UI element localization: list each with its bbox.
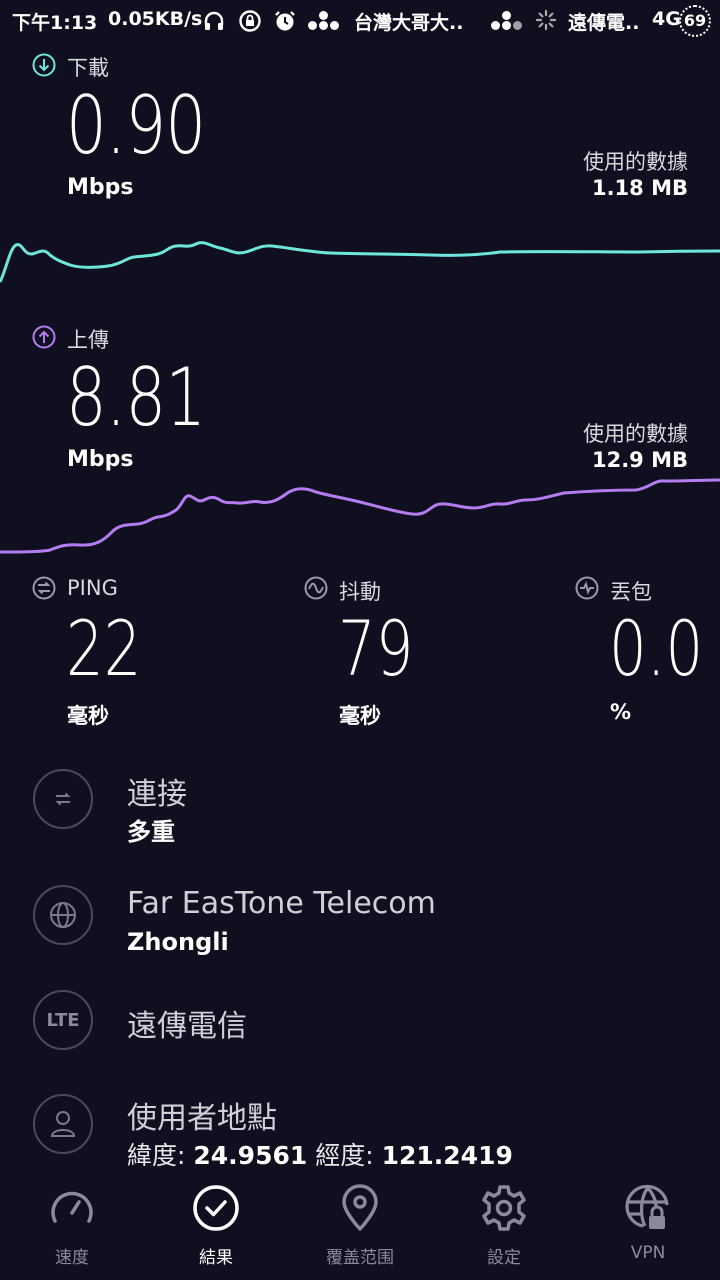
signal-dots-icon-2 — [490, 11, 524, 31]
nav-results[interactable]: 結果 — [144, 1180, 288, 1280]
nav-vpn-label: VPN — [630, 1243, 666, 1263]
ping-icon — [32, 576, 56, 600]
download-unit: Mbps — [67, 175, 134, 200]
loss-unit: % — [610, 700, 632, 724]
download-value: 0.90 — [66, 79, 206, 172]
status-network-type: 4G — [652, 8, 681, 30]
nav-vpn[interactable]: VPN — [576, 1180, 720, 1280]
headset-icon — [204, 11, 224, 30]
upload-label: 上傳 — [67, 328, 109, 352]
download-speed-graph — [0, 241, 720, 283]
status-carrier-2: 遠傳電.. — [568, 12, 640, 34]
globe-icon — [33, 885, 93, 945]
rotation-lock-icon — [239, 10, 261, 32]
download-arrow-icon — [32, 53, 56, 77]
upload-data-used-value: 12.9 MB — [591, 448, 688, 472]
location-coordinates: 緯度: 24.9561 經度: 121.2419 — [127, 1136, 513, 1172]
longitude-label: 經度: — [315, 1141, 374, 1170]
upload-value: 8.81 — [66, 351, 206, 444]
lte-badge: LTE — [46, 1010, 80, 1031]
ping-label: PING — [67, 576, 118, 600]
latitude-value: 24.9561 — [193, 1141, 308, 1170]
connection-icon — [33, 769, 93, 829]
gear-icon — [482, 1185, 526, 1231]
upload-unit: Mbps — [67, 447, 134, 472]
loading-spinner-icon — [535, 9, 557, 31]
map-pin-icon — [342, 1184, 378, 1231]
network-title: 遠傳電信 — [127, 1009, 247, 1044]
jitter-icon — [304, 576, 328, 600]
nav-speed[interactable]: 速度 — [0, 1180, 144, 1280]
location-title: 使用者地點 — [127, 1101, 277, 1136]
nav-settings-label: 設定 — [487, 1248, 521, 1268]
provider-title: Far EasTone Telecom — [127, 886, 436, 921]
upload-arrow-icon — [32, 325, 56, 349]
download-data-used-label: 使用的數據 — [583, 150, 688, 174]
nav-results-label: 結果 — [199, 1248, 233, 1268]
lte-icon: LTE — [33, 990, 93, 1050]
status-net-speed: 0.05KB/s — [108, 8, 203, 30]
longitude-value: 121.2419 — [381, 1141, 513, 1170]
jitter-unit: 毫秒 — [339, 704, 381, 728]
ping-unit: 毫秒 — [67, 704, 109, 728]
status-carrier-1: 台灣大哥大.. — [354, 12, 464, 34]
connection-title: 連接 — [127, 777, 187, 812]
nav-coverage[interactable]: 覆盖范围 — [288, 1180, 432, 1280]
nav-speed-label: 速度 — [55, 1248, 89, 1268]
connection-value: 多重 — [127, 818, 175, 846]
jitter-label: 抖動 — [339, 580, 381, 604]
check-circle-icon — [193, 1185, 239, 1231]
loss-label: 丟包 — [610, 580, 652, 604]
signal-dots-icon — [307, 11, 341, 31]
status-time: 下午1:13 — [12, 12, 98, 34]
packet-loss-icon — [575, 576, 599, 600]
provider-location: Zhongli — [127, 928, 229, 956]
nav-settings[interactable]: 設定 — [432, 1180, 576, 1280]
download-data-used-value: 1.18 MB — [591, 176, 688, 200]
status-bar: 下午1:13 0.05KB/s 台灣大哥大.. 遠傳電.. 4G 69 — [0, 0, 720, 42]
nav-coverage-label: 覆盖范围 — [326, 1248, 394, 1268]
alarm-icon — [275, 11, 295, 31]
speedometer-icon — [51, 1191, 93, 1223]
user-icon — [33, 1094, 93, 1154]
download-label: 下載 — [67, 56, 109, 80]
loss-value: 0.0 — [609, 604, 704, 693]
jitter-value: 79 — [338, 604, 414, 693]
upload-data-used-label: 使用的數據 — [583, 422, 688, 446]
vpn-globe-lock-icon — [625, 1184, 669, 1229]
latitude-label: 緯度: — [127, 1141, 186, 1170]
battery-icon: 69 — [679, 5, 711, 37]
ping-value: 22 — [66, 604, 142, 693]
upload-speed-graph — [0, 478, 720, 554]
battery-level: 69 — [683, 11, 707, 30]
